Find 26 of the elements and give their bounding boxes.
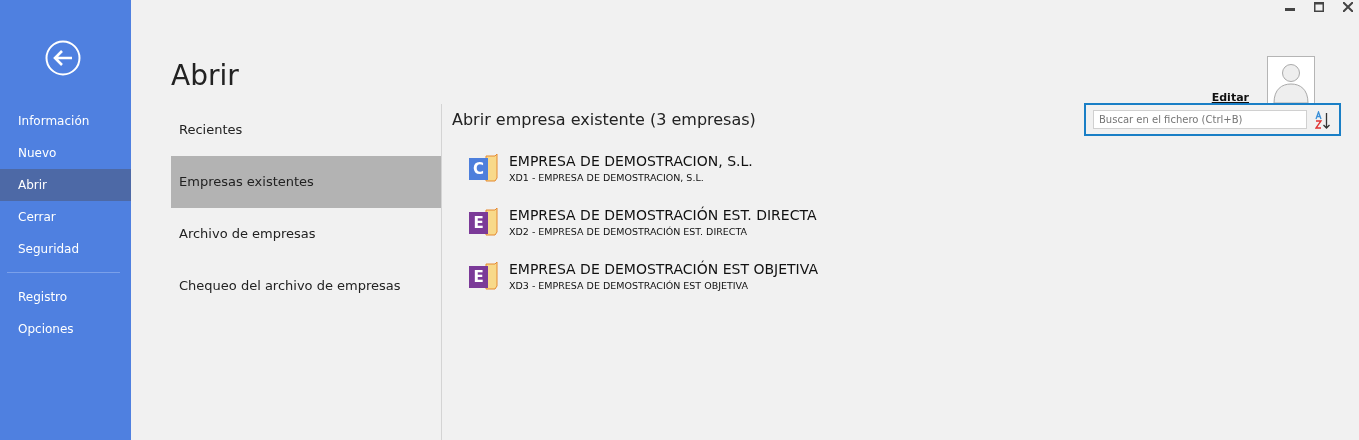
company-code: XD1 - EMPRESA DE DEMOSTRACION, S.L.: [509, 172, 705, 183]
company-name: EMPRESA DE DEMOSTRACION, S.L.: [509, 153, 753, 169]
sidebar-item[interactable]: Opciones: [0, 313, 131, 345]
sidebar-item[interactable]: Registro: [0, 281, 131, 313]
page-title: Abrir: [171, 59, 239, 92]
sidebar-item[interactable]: Cerrar: [0, 201, 131, 233]
avatar-icon[interactable]: [1267, 56, 1315, 104]
sort-icon[interactable]: [1315, 110, 1331, 129]
edit-link[interactable]: Editar: [1211, 91, 1249, 104]
sidebar-item[interactable]: Nuevo: [0, 137, 131, 169]
nav-item[interactable]: Empresas existentes: [171, 156, 441, 208]
nav-item[interactable]: Recientes: [171, 104, 441, 156]
search-field[interactable]: Buscar en el fichero (Ctrl+B): [1093, 110, 1307, 129]
company-code: XD3 - EMPRESA DE DEMOSTRACIÓN EST OBJETIVA: [509, 280, 749, 291]
nav-item[interactable]: Chequeo del archivo de empresas: [171, 260, 441, 312]
sidebar-item[interactable]: Seguridad: [0, 233, 131, 265]
company-code: XD2 - EMPRESA DE DEMOSTRACIÓN EST. DIRECTA: [509, 226, 748, 237]
sidebar-item[interactable]: Información: [0, 105, 131, 137]
close-icon[interactable]: [1343, 2, 1353, 12]
sidebar-item[interactable]: Abrir: [0, 169, 131, 201]
company-name: EMPRESA DE DEMOSTRACIÓN EST. DIRECTA: [509, 207, 817, 223]
company-name: EMPRESA DE DEMOSTRACIÓN EST OBJETIVA: [509, 261, 818, 277]
maximize-icon[interactable]: [1314, 2, 1324, 12]
back-icon[interactable]: [45, 40, 81, 76]
nav-item[interactable]: Archivo de empresas: [171, 208, 441, 260]
section-title: Abrir empresa existente (3 empresas): [452, 110, 756, 129]
